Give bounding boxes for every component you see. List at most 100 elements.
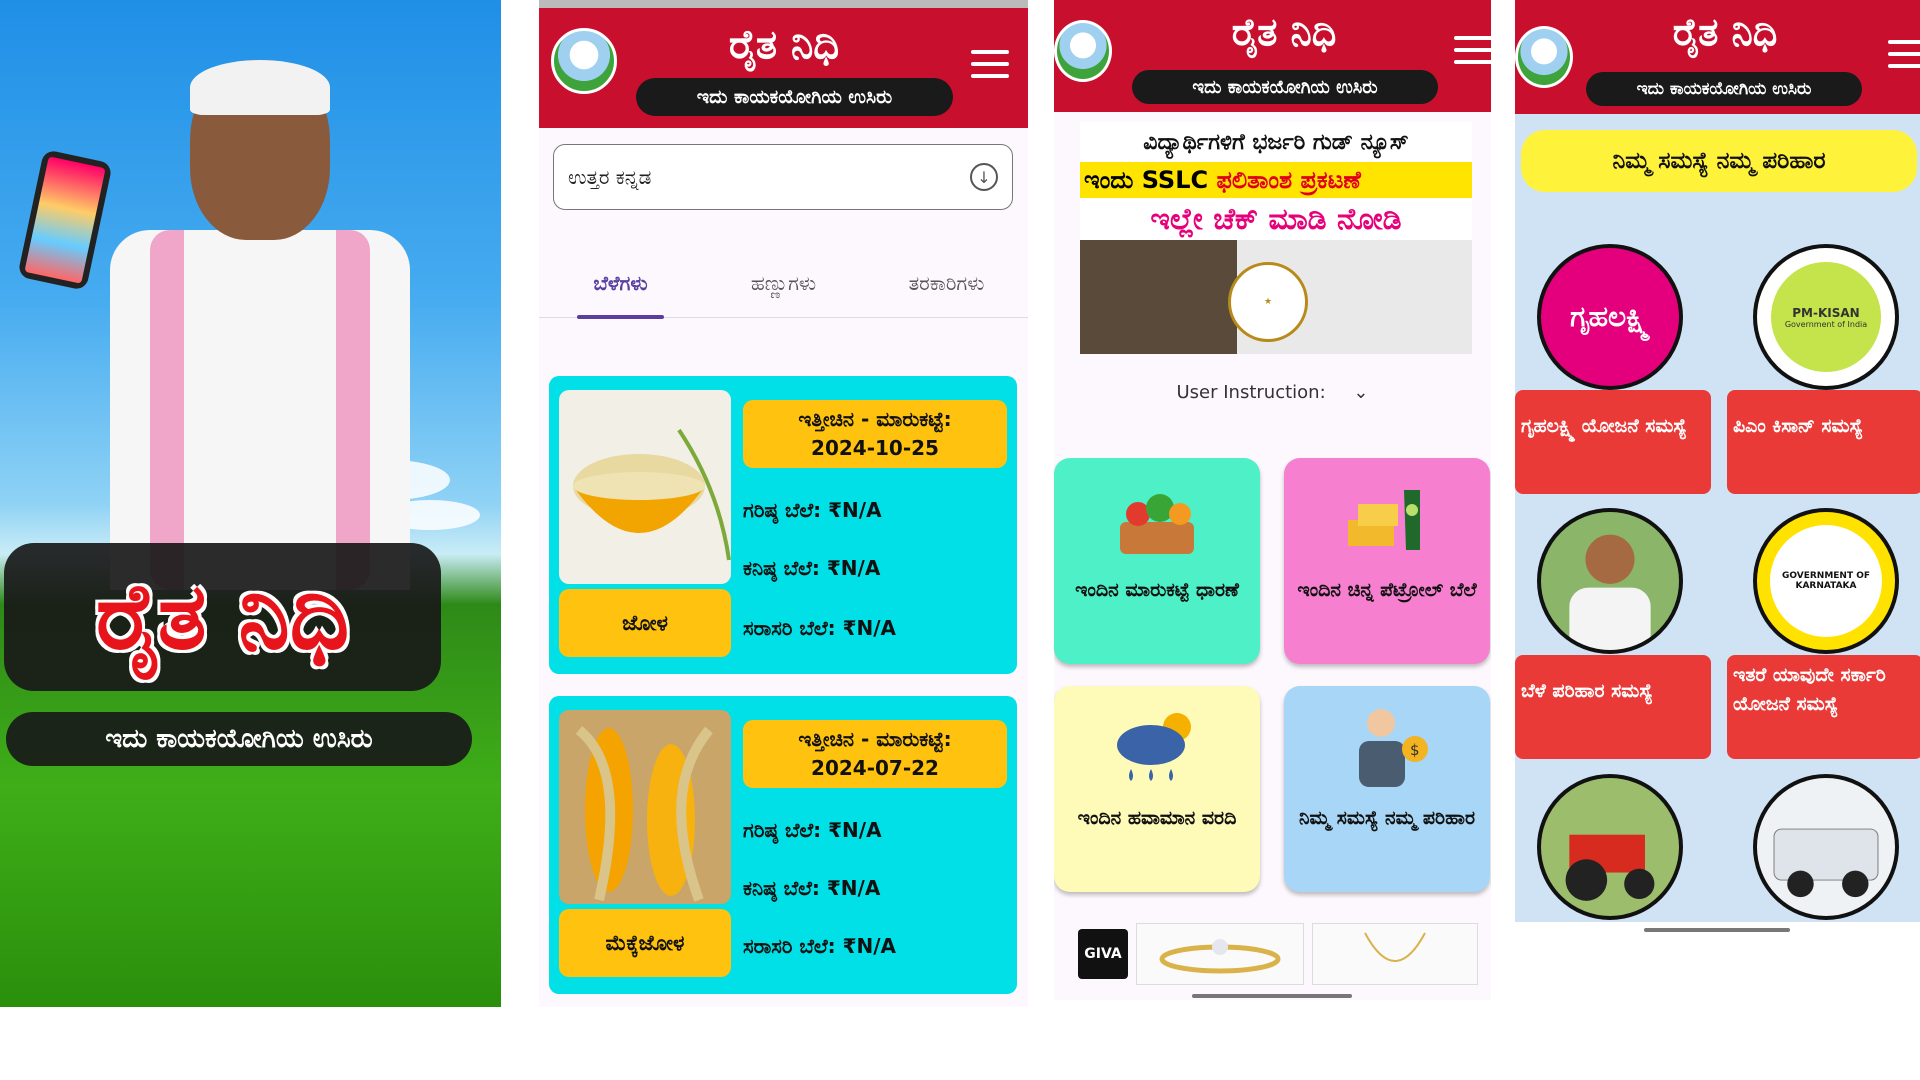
tractor-photo[interactable] [1537, 774, 1683, 920]
market-date: 2024-10-25 [811, 436, 939, 460]
sorghum-image [559, 390, 731, 584]
tile-label: ಇಂದಿನ ಮಾರುಕಟ್ಟೆ ಧಾರಣೆ [1075, 579, 1239, 601]
market-screen: ರೈತ ನಿಧಿ ಇದು ಕಾಯಕಯೋಗಿಯ ಉಸಿರು ಉತ್ತರ ಕನ್ನಡ… [539, 0, 1028, 1007]
max-price-value: ₹N/A [828, 818, 882, 842]
tile-label: ನಿಮ್ಮ ಸಮಸ್ಯೆ ನಮ್ಮ ಪರಿಹಾರ [1298, 807, 1476, 829]
farmer-logo-icon [551, 28, 617, 94]
user-instruction-label: User Instruction: [1176, 382, 1326, 403]
chevron-down-icon: ⌄ [1353, 382, 1369, 403]
farmer-logo-icon [1515, 26, 1573, 88]
ad-necklace-image [1312, 923, 1478, 985]
farmer-logo-icon [1054, 20, 1112, 82]
phone-in-hand [17, 149, 113, 291]
crop-compensation-button[interactable]: ಬೆಳೆ ಪರಿಹಾರ ಸಮಸ್ಯೆ [1515, 655, 1711, 759]
avg-price-row: ಸರಾಸರಿ ಬೆಲೆ: ₹N/A [743, 616, 896, 640]
news-banner[interactable]: ವಿದ್ಯಾರ್ಥಿಗಳಿಗೆ ಭರ್ಜರಿ ಗುಡ್ ನ್ಯೂಸ್ ಇಂದು … [1080, 122, 1472, 354]
app-tagline: ಇದು ಕಾಯಕಯೋಗಿಯ ಉಸಿರು [1132, 70, 1438, 104]
weather-tile[interactable]: ಇಂದಿನ ಹವಾಮಾನ ವರದಿ [1054, 686, 1260, 892]
gold-fuel-icon [1337, 474, 1437, 566]
gesture-bar [1644, 928, 1790, 932]
hamburger-menu-icon[interactable] [1888, 40, 1920, 76]
problem-solution-tile[interactable]: $ ನಿಮ್ಮ ಸಮಸ್ಯೆ ನಮ್ಮ ಪರಿಹಾರ [1284, 686, 1490, 892]
district-value: ಉತ್ತರ ಕನ್ನಡ [568, 165, 652, 189]
karnataka-seal-text: GOVERNMENT OF KARNATAKA [1770, 525, 1882, 637]
crop-card[interactable]: ಜೋಳ ಇತ್ತೀಚಿನ - ಮಾರುಕಟ್ಟೆ: 2024-10-25 ಗರಿ… [549, 376, 1017, 674]
market-date-label: ಇತ್ತೀಚಿನ - ಮಾರುಕಟ್ಟೆ: [798, 407, 952, 431]
avg-price-row: ಸರಾಸರಿ ಬೆಲೆ: ₹N/A [743, 934, 896, 958]
ad-brand-logo: GIVA [1078, 929, 1128, 979]
splash-title: ರೈತ ನಿಧಿ [95, 562, 350, 670]
min-price-row: ಕನಿಷ್ಠ ಬೆಲೆ: ₹N/A [743, 876, 880, 900]
max-price-label: ಗರಿಷ್ಠ ಬೆಲೆ: [743, 818, 822, 842]
app-tagline: ಇದು ಕಾಯಕಯೋಗಿಯ ಉಸಿರು [636, 78, 953, 116]
max-price-label: ಗರಿಷ್ಠ ಬೆಲೆ: [743, 498, 822, 522]
min-price-value: ₹N/A [826, 556, 881, 580]
app-header: ರೈತ ನಿಧಿ ಇದು ಕಾಯಕಯೋಗಿಯ ಉಸಿರು [1515, 0, 1920, 114]
farmer-photo [17, 60, 450, 590]
gruhalakshmi-problem-button[interactable]: ಗೃಹಲಕ್ಷ್ಮಿ ಯೋಜನೆ ಸಮಸ್ಯೆ [1515, 390, 1711, 494]
max-price-value: ₹N/A [828, 498, 882, 522]
market-date-box: ಇತ್ತೀಚಿನ - ಮಾರುಕಟ್ಟೆ: 2024-10-25 [743, 400, 1007, 468]
app-title: ರೈತ ನಿಧಿ [1672, 10, 1778, 54]
problem-banner: ನಿಮ್ಮ ಸಮಸ್ಯೆ ನಮ್ಮ ಪರಿಹಾರ [1521, 130, 1917, 192]
app-tagline: ಇದು ಕಾಯಕಯೋಗಿಯ ಉಸಿರು [1586, 72, 1862, 106]
advisor-icon: $ [1337, 702, 1437, 794]
min-price-label: ಕನಿಷ್ಠ ಬೆಲೆ: [743, 556, 820, 580]
gruhalakshmi-logo-text: ಗೃಹಲಕ್ಷ್ಮಿ [1570, 300, 1650, 333]
crop-name: ಜೋಳ [559, 589, 731, 657]
hamburger-menu-icon[interactable] [1454, 36, 1491, 72]
crop-name: ಮೆಕ್ಕೆಜೋಳ [559, 909, 731, 977]
tab-crops[interactable]: ಬೆಳೆಗಳು [539, 248, 702, 319]
avg-price-label: ಸರಾಸರಿ ಬೆಲೆ: [743, 934, 836, 958]
splash-title-box: ರೈತ ನಿಧಿ [4, 543, 441, 691]
user-instruction-dropdown[interactable]: User Instruction: ⌄ [1054, 382, 1491, 403]
other-scheme-button[interactable]: ಇತರೆ ಯಾವುದೇ ಸರ್ಕಾರಿ ಯೋಜನೆ ಸಮಸ್ಯೆ [1727, 655, 1920, 759]
app-title: ರೈತ ನಿಧಿ [728, 22, 840, 68]
ad-banner[interactable]: GIVA [1064, 921, 1486, 987]
tile-label: ಇಂದಿನ ಚಿನ್ನ ಪೆಟ್ರೋಲ್ ಬೆಲೆ [1297, 579, 1477, 601]
news-result: ಫಲಿತಾಂಶ ಪ್ರಕಟಣೆ [1216, 166, 1361, 194]
min-price-label: ಕನಿಷ್ಠ ಬೆಲೆ: [743, 876, 820, 900]
district-select[interactable]: ಉತ್ತರ ಕನ್ನಡ ↓ [553, 144, 1013, 210]
gesture-bar [1192, 994, 1352, 998]
vegetable-basket-icon [1107, 474, 1207, 566]
market-date-box: ಇತ್ತೀಚಿನ - ಮಾರುಕಟ್ಟೆ: 2024-07-22 [743, 720, 1007, 788]
tile-label: ಇಂದಿನ ಹವಾಮಾನ ವರದಿ [1077, 807, 1237, 829]
ad-ring-image [1136, 923, 1304, 985]
news-subheadline: ಇಂದು SSLC ಫಲಿತಾಂಶ ಪ್ರಕಟಣೆ [1080, 162, 1472, 198]
farmer-money-photo[interactable] [1537, 508, 1683, 654]
pmkisan-logo[interactable]: PM-KISAN Government of India [1753, 244, 1899, 390]
splash-subtitle-box: ಇದು ಕಾಯಕಯೋಗಿಯ ಉಸಿರು [6, 712, 472, 766]
tab-vegetables[interactable]: ತರಕಾರಿಗಳು [865, 248, 1028, 317]
gold-petrol-tile[interactable]: ಇಂದಿನ ಚಿನ್ನ ಪೆಟ್ರೋಲ್ ಬೆಲೆ [1284, 458, 1490, 664]
crop-card[interactable]: ಮೆಕ್ಕೆಜೋಳ ಇತ್ತೀಚಿನ - ಮಾರುಕಟ್ಟೆ: 2024-07-… [549, 696, 1017, 994]
min-price-row: ಕನಿಷ್ಠ ಬೆಲೆ: ₹N/A [743, 556, 880, 580]
splash-subtitle: ಇದು ಕಾಯಕಯೋಗಿಯ ಉಸಿರು [105, 723, 373, 754]
hamburger-menu-icon[interactable] [971, 50, 1009, 86]
news-headline: ವಿದ್ಯಾರ್ಥಿಗಳಿಗೆ ಭರ್ಜರಿ ಗುಡ್ ನ್ಯೂಸ್ [1080, 122, 1472, 162]
category-tabs: ಬೆಳೆಗಳು ಹಣ್ಣುಗಳು ತರಕಾರಿಗಳು [539, 248, 1028, 319]
pmkisan-sub-text: Government of India [1784, 319, 1868, 329]
min-price-value: ₹N/A [826, 876, 881, 900]
vehicle-photo[interactable] [1753, 774, 1899, 920]
avg-price-value: ₹N/A [842, 934, 897, 958]
app-title: ರೈತ ನಿಧಿ [1231, 10, 1337, 54]
tab-fruits[interactable]: ಹಣ್ಣುಗಳು [702, 248, 865, 317]
pmkisan-logo-text: PM-KISAN [1792, 305, 1860, 320]
market-date-label: ಇತ್ತೀಚಿನ - ಮಾರುಕಟ್ಟೆ: [798, 727, 952, 751]
dropdown-arrow-icon[interactable]: ↓ [970, 163, 998, 191]
weather-cloud-icon [1107, 702, 1207, 794]
karnataka-seal[interactable]: GOVERNMENT OF KARNATAKA [1753, 508, 1899, 654]
max-price-row: ಗರಿಷ್ಠ ಬೆಲೆ: ₹N/A [743, 818, 882, 842]
svg-text:$: $ [1410, 741, 1420, 759]
market-price-tile[interactable]: ಇಂದಿನ ಮಾರುಕಟ್ಟೆ ಧಾರಣೆ [1054, 458, 1260, 664]
maize-image [559, 710, 731, 904]
news-sslc: ಇಂದು SSLC [1084, 166, 1209, 194]
max-price-row: ಗರಿಷ್ಠ ಬೆಲೆ: ₹N/A [743, 498, 882, 522]
home-screen: ರೈತ ನಿಧಿ ಇದು ಕಾಯಕಯೋಗಿಯ ಉಸಿರು ವಿದ್ಯಾರ್ಥಿಗ… [1054, 0, 1491, 1000]
pmkisan-problem-button[interactable]: ಪಿಎಂ ಕಿಸಾನ್ ಸಮಸ್ಯೆ [1727, 390, 1920, 494]
gruhalakshmi-logo[interactable]: ಗೃಹಲಕ್ಷ್ಮಿ [1537, 244, 1683, 390]
karnataka-emblem-icon: ★ [1228, 262, 1308, 342]
avg-price-label: ಸರಾಸರಿ ಬೆಲೆ: [743, 616, 836, 640]
market-date: 2024-07-22 [811, 756, 939, 780]
